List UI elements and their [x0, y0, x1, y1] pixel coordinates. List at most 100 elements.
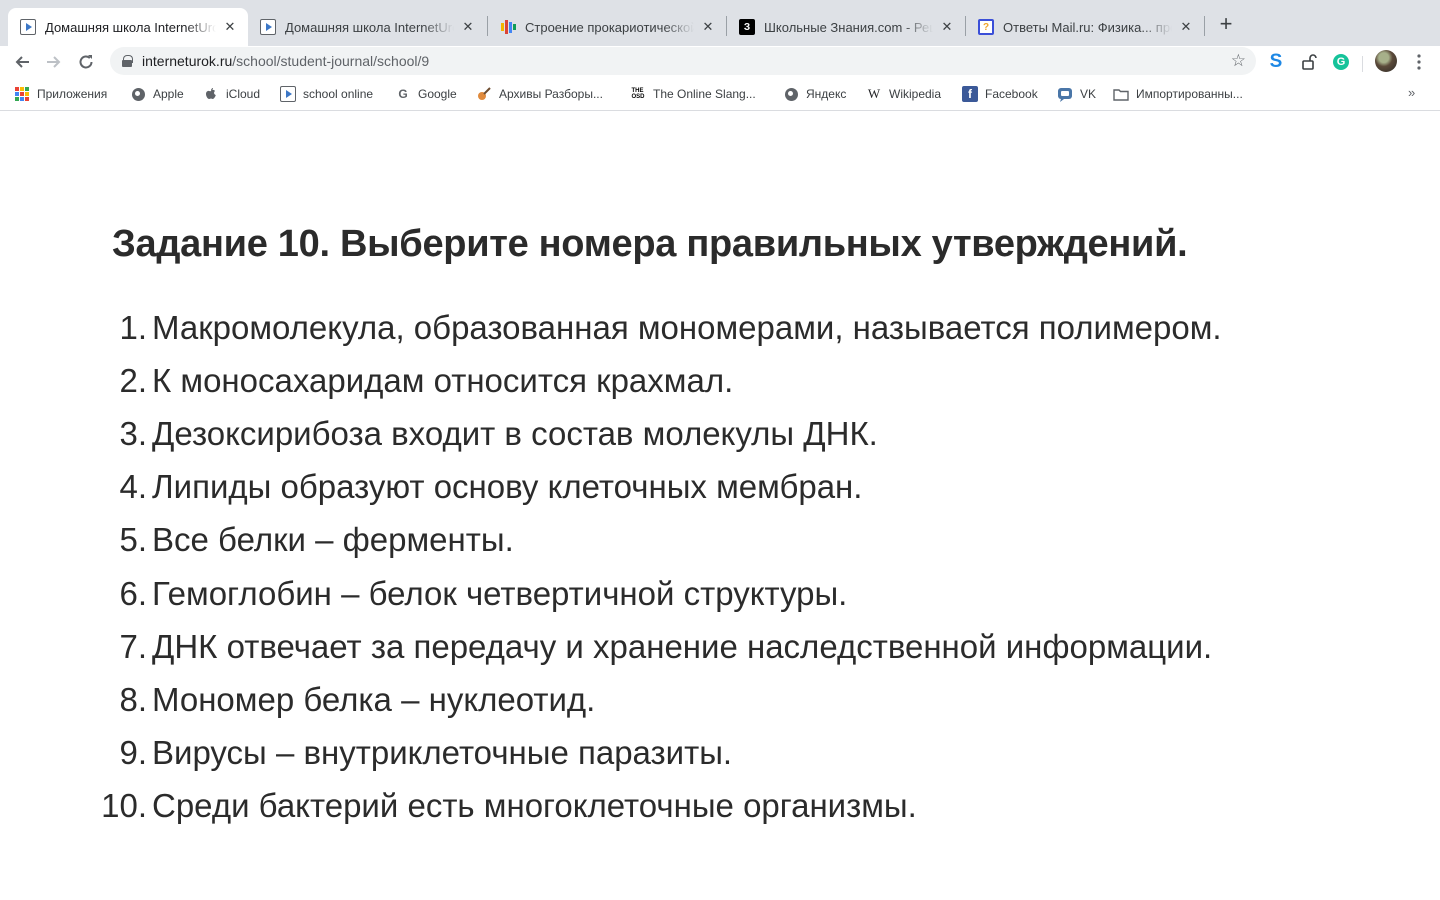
apple-icon [203, 86, 219, 102]
vk-icon [1057, 86, 1073, 102]
statement-item: 8. Мономер белка – нуклеотид. [0, 673, 1440, 726]
statement-item: 3. Дезоксирибоза входит в состав молекулы… [0, 407, 1440, 460]
reload-button[interactable] [72, 48, 100, 76]
statement-number: 2. [119, 361, 147, 399]
browser-menu-button[interactable] [1410, 50, 1428, 74]
video-play-icon [260, 19, 276, 35]
statement-item: 7. ДНК отвечает за передачу и хранение на… [0, 620, 1440, 673]
page-content: Задание 10. Выберите номера правильных у… [0, 111, 1440, 900]
video-play-icon [20, 19, 36, 35]
tab-title: Школьные Знания.com - Реш [764, 19, 933, 35]
bookmark-label: Apple [153, 87, 184, 101]
browser-toolbar: interneturok.ru/school/student-journal/s… [0, 46, 1440, 78]
slang-dictionary-icon: THE OSD [631, 88, 645, 100]
statement-text: Среди бактерий есть многоклеточные орган… [152, 787, 917, 825]
bookmarks-overflow-chevron-icon[interactable]: » [1408, 85, 1415, 100]
apps-grid-icon [14, 86, 30, 102]
statement-item: 5. Все белки – ферменты. [0, 514, 1440, 567]
reload-icon [79, 55, 93, 69]
bookmark-yandex[interactable]: Яндекс [783, 84, 846, 104]
close-icon[interactable]: ✕ [460, 19, 476, 35]
bookmark-label: Архивы Разборы... [499, 87, 603, 101]
statement-number: 8. [119, 680, 147, 718]
unlock-extension-icon[interactable] [1298, 51, 1320, 73]
statement-number: 1. [119, 308, 147, 346]
statement-number: 3. [119, 414, 147, 452]
bookmark-vk[interactable]: VK [1057, 84, 1096, 104]
tab-title: Домашняя школа InternetUrok [45, 19, 216, 35]
lock-icon[interactable] [122, 55, 133, 67]
statement-number: 7. [119, 627, 147, 665]
arrow-right-icon [47, 56, 61, 68]
statement-number: 6. [119, 574, 147, 612]
bookmark-label: Wikipedia [889, 87, 942, 101]
statement-text: Вирусы – внутриклеточные паразиты. [152, 734, 733, 772]
bookmark-facebook[interactable]: f Facebook [962, 84, 1038, 104]
bookmark-label: The Online Slang... [653, 87, 756, 101]
forward-button[interactable] [40, 48, 68, 76]
more-vert-icon [1417, 54, 1421, 70]
bookmark-online-slang[interactable]: THE OSD The Online Slang... [630, 84, 756, 104]
tab-strip: Домашняя школа InternetUrok ✕ Домашняя ш… [0, 0, 1440, 46]
globe-icon [130, 86, 146, 102]
bookmarks-bar: Приложения Apple iCloud school online G … [0, 78, 1440, 111]
bookmark-imported-folder[interactable]: Импортированны... [1113, 84, 1243, 104]
bar-chart-icon [500, 19, 516, 35]
tab-mail-answers[interactable]: ? Ответы Mail.ru: Физика... про ✕ [966, 8, 1204, 46]
statement-number: 5. [119, 521, 147, 559]
statement-text: Мономер белка – нуклеотид. [152, 680, 596, 718]
bookmark-label: Приложения [37, 87, 108, 101]
bookmark-icloud[interactable]: iCloud [203, 84, 260, 104]
statement-list: 1. Макромолекула, образованная мономерами… [0, 301, 1440, 833]
statement-item: 4. Липиды образуют основу клеточных мембр… [0, 461, 1440, 514]
bookmark-razbory[interactable]: Архивы Разборы... [476, 84, 603, 104]
profile-avatar[interactable] [1375, 50, 1397, 72]
znanija-icon: З [739, 19, 755, 35]
statement-number: 10. [101, 787, 147, 825]
grammarly-extension-icon[interactable]: G [1330, 51, 1352, 73]
close-icon[interactable]: ✕ [700, 19, 716, 35]
tab-interneturok-2[interactable]: Домашняя школа InternetUrok ✕ [248, 8, 486, 46]
tab-title: Домашняя школа InternetUrok [285, 19, 454, 35]
statement-item: 6. Гемоглобин – белок четвертичной структ… [0, 567, 1440, 620]
bookmark-google[interactable]: G Google [395, 84, 457, 104]
bookmark-apps[interactable]: Приложения [14, 84, 107, 104]
close-icon[interactable]: ✕ [939, 19, 955, 35]
statement-item: 9. Вирусы – внутриклеточные паразиты. [0, 727, 1440, 780]
address-bar[interactable]: interneturok.ru/school/student-journal/s… [110, 47, 1256, 75]
tab-interneturok-1[interactable]: Домашняя школа InternetUrok ✕ [8, 8, 248, 46]
bookmark-wikipedia[interactable]: W Wikipedia [866, 84, 941, 104]
tab-znanija[interactable]: З Школьные Знания.com - Реш ✕ [727, 8, 965, 46]
tab-prokaryote[interactable]: Строение прокариотической ✕ [488, 8, 726, 46]
close-icon[interactable]: ✕ [1178, 19, 1194, 35]
statement-text: К моносахаридам относится крахмал. [152, 361, 734, 399]
skype-extension-icon[interactable]: S [1265, 51, 1287, 73]
bookmark-label: iCloud [226, 87, 261, 101]
globe-icon [783, 86, 799, 102]
task-title: Задание 10. Выберите номера правильных у… [112, 223, 1188, 265]
google-icon: G [398, 87, 408, 101]
bookmark-apple[interactable]: Apple [130, 84, 184, 104]
tab-title: Строение прокариотической [525, 19, 694, 35]
close-icon[interactable]: ✕ [222, 19, 238, 35]
toolbar-divider [1362, 56, 1363, 72]
bookmark-star-icon[interactable]: ☆ [1231, 51, 1246, 71]
back-button[interactable] [8, 48, 36, 76]
bookmark-label: Яндекс [806, 87, 847, 101]
statement-item: 1. Макромолекула, образованная мономерами… [0, 301, 1440, 354]
grammarly-icon: G [1333, 54, 1349, 70]
arrow-left-icon [15, 56, 29, 68]
video-play-icon [280, 86, 296, 102]
url-path: /school/student-journal/school/9 [232, 53, 430, 69]
statement-item: 10. Среди бактерий есть многоклеточные ор… [0, 780, 1440, 833]
bookmark-school-online[interactable]: school online [280, 84, 373, 104]
statement-text: Гемоглобин – белок четвертичной структур… [152, 574, 848, 612]
padlock-icon [1302, 54, 1317, 70]
new-tab-button[interactable]: + [1214, 11, 1238, 36]
guitar-icon [476, 86, 492, 102]
tab-title: Ответы Mail.ru: Физика... про [1003, 19, 1172, 35]
statement-text: Липиды образуют основу клеточных мембран… [152, 468, 863, 506]
bookmark-label: Google [418, 87, 457, 101]
bookmark-label: Facebook [985, 87, 1038, 101]
bookmark-label: Импортированны... [1136, 87, 1243, 101]
